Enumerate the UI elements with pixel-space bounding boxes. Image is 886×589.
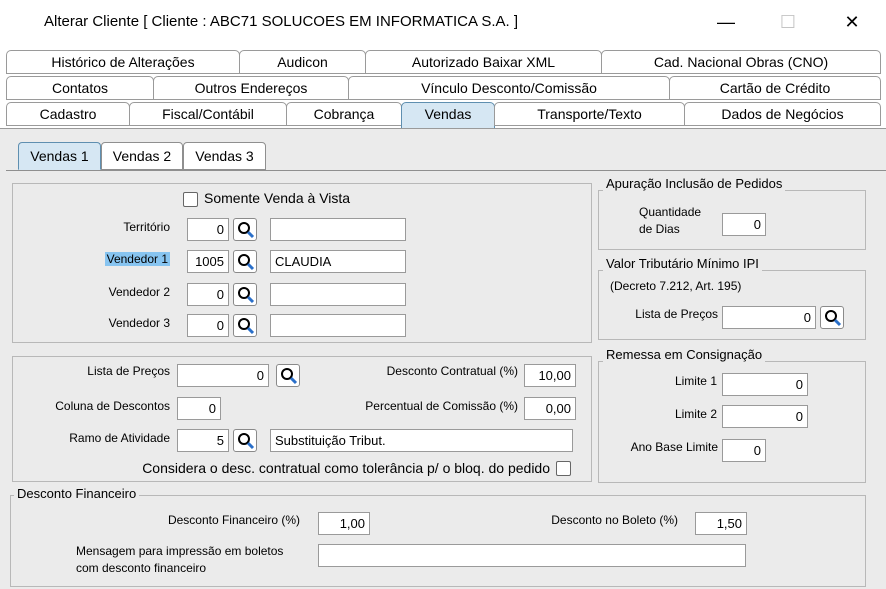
search-icon [281, 368, 298, 385]
tab-cartao-credito[interactable]: Cartão de Crédito [669, 76, 881, 100]
considera-desconto-checkbox[interactable] [556, 461, 571, 476]
vendedor1-label-text: Vendedor 1 [104, 252, 170, 266]
lista-precos-field[interactable]: 0 [177, 364, 269, 387]
vendedor3-name-field[interactable] [270, 314, 406, 337]
desconto-boleto-field[interactable]: 1,50 [695, 512, 747, 535]
minimize-icon[interactable]: — [706, 8, 746, 36]
desconto-financeiro-field[interactable]: 1,00 [318, 512, 370, 535]
vendedor3-code-field[interactable]: 0 [187, 314, 229, 337]
considera-desconto-label: Considera o desc. contratual como tolerâ… [142, 460, 550, 476]
search-icon [238, 222, 255, 239]
somente-venda-vista-label: Somente Venda à Vista [204, 190, 351, 206]
mensagem-boletos-field[interactable] [318, 544, 746, 567]
vendedor1-code-field[interactable]: 1005 [187, 250, 229, 273]
close-icon[interactable]: ✕ [832, 8, 872, 36]
maximize-icon[interactable]: ☐ [768, 8, 808, 36]
subtab-divider [6, 170, 886, 171]
somente-venda-vista-checkbox[interactable] [183, 192, 198, 207]
tab-outros-enderecos[interactable]: Outros Endereços [153, 76, 349, 100]
lista-precos-label: Lista de Preços [87, 364, 170, 378]
vendedor1-label: Vendedor 1 [60, 252, 170, 266]
desconto-financeiro-label: Desconto Financeiro (%) [167, 513, 300, 527]
search-icon [825, 310, 842, 327]
window-title: Alterar Cliente [ Cliente : ABC71 SOLUCO… [44, 13, 519, 30]
coluna-descontos-label: Coluna de Descontos [55, 399, 170, 413]
vendedor2-code-field[interactable]: 0 [187, 283, 229, 306]
consignacao-title: Remessa em Consignação [603, 347, 766, 362]
desconto-contratual-label: Desconto Contratual (%) [386, 364, 518, 378]
quantidade-label-line2: de Dias [639, 222, 680, 236]
quantidade-label-line1: Quantidade [639, 205, 702, 219]
title-bar: Alterar Cliente [ Cliente : ABC71 SOLUCO… [0, 0, 886, 44]
tab-contatos[interactable]: Contatos [6, 76, 154, 100]
tab-audicon[interactable]: Audicon [239, 50, 366, 74]
vendedor2-label: Vendedor 2 [108, 285, 170, 299]
percentual-comissao-label: Percentual de Comissão (%) [365, 399, 518, 413]
desconto-boleto-label: Desconto no Boleto (%) [551, 513, 678, 527]
limite1-label: Limite 1 [674, 374, 717, 388]
tab-vendas[interactable]: Vendas [401, 102, 495, 129]
ramo-atividade-code-field[interactable]: 5 [177, 429, 229, 452]
ramo-atividade-label: Ramo de Atividade [69, 431, 170, 445]
desconto-financeiro-title: Desconto Financeiro [14, 486, 140, 501]
vendedor2-name-field[interactable] [270, 283, 406, 306]
tab-transporte-texto[interactable]: Transporte/Texto [494, 102, 685, 126]
subtab-vendas-3[interactable]: Vendas 3 [183, 142, 266, 170]
territorio-code-field[interactable]: 0 [187, 218, 229, 241]
limite2-label: Limite 2 [674, 407, 717, 421]
tab-cadastro[interactable]: Cadastro [6, 102, 130, 126]
ramo-atividade-lookup-button[interactable] [233, 429, 257, 452]
ipi-lista-precos-lookup-button[interactable] [820, 306, 844, 329]
search-icon [238, 254, 255, 271]
vendedor1-lookup-button[interactable] [233, 250, 257, 273]
desconto-contratual-field[interactable]: 10,00 [524, 364, 576, 387]
quantidade-dias-field[interactable]: 0 [722, 213, 766, 236]
ipi-title: Valor Tributário Mínimo IPI [603, 256, 762, 271]
territorio-name-field[interactable] [270, 218, 406, 241]
vendedor2-lookup-button[interactable] [233, 283, 257, 306]
ipi-lista-precos-field[interactable]: 0 [722, 306, 816, 329]
ramo-atividade-name-field[interactable]: Substituição Tribut. [270, 429, 573, 452]
vendedor3-label: Vendedor 3 [108, 316, 170, 330]
tab-cad-nacional-obras[interactable]: Cad. Nacional Obras (CNO) [601, 50, 881, 74]
tab-fiscal-contabil[interactable]: Fiscal/Contábil [129, 102, 287, 126]
ipi-lista-precos-label: Lista de Preços [635, 307, 718, 321]
percentual-comissao-field[interactable]: 0,00 [524, 397, 576, 420]
subtab-vendas-1[interactable]: Vendas 1 [18, 142, 101, 170]
search-icon [238, 287, 255, 304]
lista-precos-lookup-button[interactable] [276, 364, 300, 387]
ano-base-limite-field[interactable]: 0 [722, 439, 766, 462]
tab-historico-alteracoes[interactable]: Histórico de Alterações [6, 50, 240, 74]
apuracao-title: Apuração Inclusão de Pedidos [603, 176, 786, 191]
subtab-vendas-2[interactable]: Vendas 2 [101, 142, 183, 170]
tab-dados-negocios[interactable]: Dados de Negócios [684, 102, 881, 126]
territorio-lookup-button[interactable] [233, 218, 257, 241]
mensagem-boletos-label-line1: Mensagem para impressão em boletos [76, 544, 284, 558]
ipi-decreto-label: (Decreto 7.212, Art. 195) [610, 279, 742, 293]
mensagem-boletos-label-line2: com desconto financeiro [76, 561, 207, 575]
limite1-field[interactable]: 0 [722, 373, 808, 396]
ano-base-limite-label: Ano Base Limite [630, 440, 718, 454]
search-icon [238, 433, 255, 450]
search-icon [238, 318, 255, 335]
tab-autorizado-baixar-xml[interactable]: Autorizado Baixar XML [365, 50, 602, 74]
coluna-descontos-field[interactable]: 0 [177, 397, 221, 420]
vendedor1-name-field[interactable]: CLAUDIA [270, 250, 406, 273]
territorio-label: Território [123, 220, 170, 234]
tab-vinculo-desconto[interactable]: Vínculo Desconto/Comissão [348, 76, 670, 100]
tab-cobranca[interactable]: Cobrança [286, 102, 402, 126]
limite2-field[interactable]: 0 [722, 405, 808, 428]
vendedor3-lookup-button[interactable] [233, 314, 257, 337]
